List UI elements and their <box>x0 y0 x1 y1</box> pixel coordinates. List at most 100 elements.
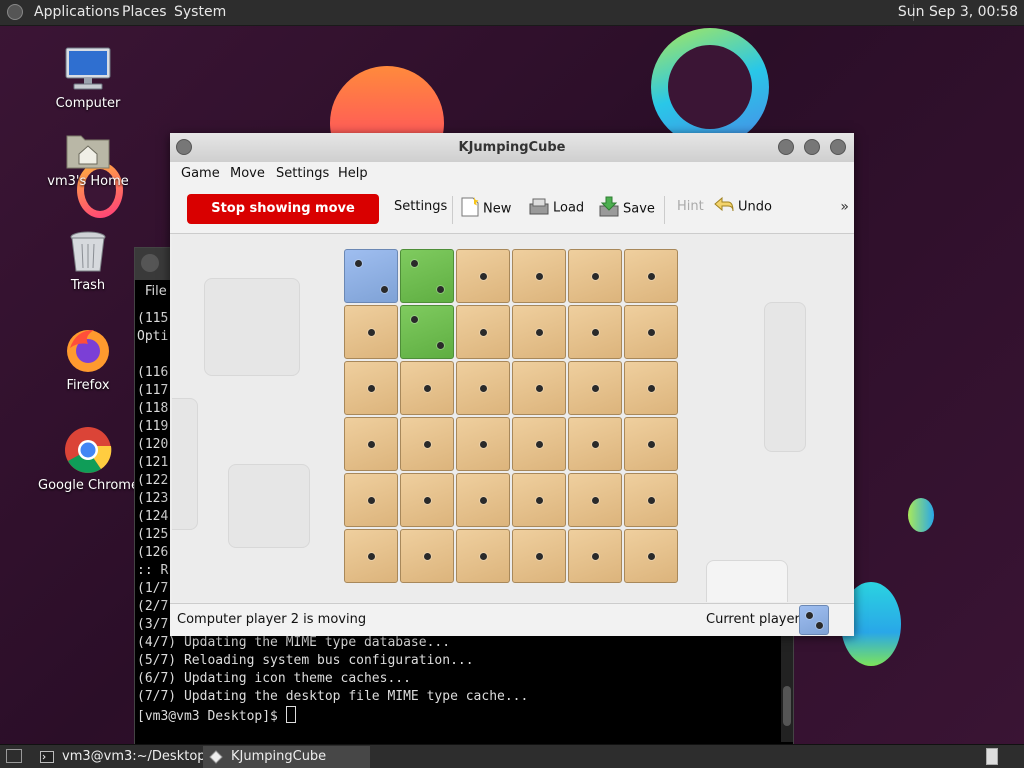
minimize-icon[interactable] <box>778 139 794 155</box>
board-cell[interactable] <box>624 305 678 359</box>
close-icon[interactable] <box>830 139 846 155</box>
board-cell[interactable] <box>456 473 510 527</box>
scrollbar-thumb[interactable] <box>783 686 791 726</box>
pip <box>592 497 599 504</box>
save-button[interactable]: Save <box>598 196 655 222</box>
board-cell[interactable] <box>344 529 398 583</box>
undo-icon <box>713 196 735 218</box>
window-titlebar[interactable]: KJumpingCube <box>170 133 854 163</box>
terminal-line: (6/7) Updating icon theme caches... <box>137 671 411 686</box>
board-cell[interactable] <box>456 417 510 471</box>
board-cell[interactable] <box>568 529 622 583</box>
desktop-icon-trash[interactable]: Trash <box>38 230 138 293</box>
pip <box>592 553 599 560</box>
pip <box>368 497 375 504</box>
board-cell[interactable] <box>400 529 454 583</box>
menu-applications[interactable]: Applications <box>34 4 120 20</box>
pip <box>592 329 599 336</box>
game-board[interactable] <box>344 249 680 585</box>
menu-settings[interactable]: Settings <box>276 166 329 181</box>
pip <box>368 553 375 560</box>
menu-game[interactable]: Game <box>181 166 220 181</box>
board-cell[interactable] <box>344 305 398 359</box>
terminal-line: [vm3@vm3 Desktop]$ <box>137 706 777 726</box>
hint-button[interactable]: Hint <box>677 199 704 214</box>
load-button[interactable]: Load <box>528 196 584 220</box>
menu-places[interactable]: Places <box>122 4 167 20</box>
board-cell[interactable] <box>624 529 678 583</box>
board-cell[interactable] <box>344 249 398 303</box>
board-cell[interactable] <box>400 473 454 527</box>
board-cell[interactable] <box>512 417 566 471</box>
board-cell[interactable] <box>456 305 510 359</box>
pip <box>648 329 655 336</box>
distro-logo-icon[interactable] <box>7 4 23 20</box>
desktop-icon-computer[interactable]: Computer <box>38 46 138 111</box>
board-cell[interactable] <box>456 529 510 583</box>
menu-system[interactable]: System <box>174 4 226 20</box>
board-cell[interactable] <box>568 249 622 303</box>
toolbar-overflow-icon[interactable]: » <box>840 199 849 215</box>
board-cell[interactable] <box>512 305 566 359</box>
board-cell[interactable] <box>344 473 398 527</box>
board-cell[interactable] <box>624 417 678 471</box>
board-cell[interactable] <box>512 473 566 527</box>
board-cell[interactable] <box>400 305 454 359</box>
board-cell[interactable] <box>456 361 510 415</box>
menu-move[interactable]: Move <box>230 166 265 181</box>
board-cell[interactable] <box>344 361 398 415</box>
board-cell[interactable] <box>400 249 454 303</box>
settings-button[interactable]: Settings <box>394 199 447 214</box>
terminal-menu-file[interactable]: File <box>145 284 167 299</box>
task-terminal[interactable]: vm3@vm3:~/Desktop <box>34 746 206 768</box>
terminal-line: (7/7) Updating the desktop file MIME typ… <box>137 689 529 704</box>
pip <box>355 260 362 267</box>
taskbar: vm3@vm3:~/Desktop KJumpingCube <box>0 744 1024 768</box>
board-cell[interactable] <box>512 249 566 303</box>
toolbar-separator <box>452 196 453 224</box>
pip <box>816 622 823 629</box>
desktop-icon-chrome[interactable]: Google Chrome <box>38 426 139 493</box>
current-player-label: Current player: <box>706 612 804 627</box>
undo-button[interactable]: Undo <box>713 196 772 218</box>
board-cell[interactable] <box>344 417 398 471</box>
pip <box>592 273 599 280</box>
terminal-line: (5/7) Reloading system bus configuration… <box>137 653 474 668</box>
board-cell[interactable] <box>512 529 566 583</box>
show-desktop-icon[interactable] <box>6 749 22 763</box>
board-cell[interactable] <box>568 361 622 415</box>
window-menu-icon[interactable] <box>141 254 159 272</box>
current-player-cube <box>799 605 829 635</box>
board-cell[interactable] <box>568 417 622 471</box>
board-cell[interactable] <box>624 249 678 303</box>
board-cell[interactable] <box>400 361 454 415</box>
task-kjumpingcube[interactable]: KJumpingCube <box>203 746 370 768</box>
maximize-icon[interactable] <box>804 139 820 155</box>
pip <box>437 286 444 293</box>
board-cell[interactable] <box>568 473 622 527</box>
board-cell[interactable] <box>568 305 622 359</box>
board-cell[interactable] <box>456 249 510 303</box>
pip <box>536 385 543 392</box>
kjumpingcube-window: KJumpingCube Game Move Settings Help Sto… <box>170 133 854 636</box>
board-cell[interactable] <box>624 361 678 415</box>
toolbar-separator <box>664 196 665 224</box>
undo-button-label: Undo <box>738 199 772 215</box>
toolbar: Stop showing move Settings New Load Save… <box>170 186 854 234</box>
board-cell[interactable] <box>400 417 454 471</box>
desktop-icon-firefox[interactable]: Firefox <box>38 326 138 393</box>
pip <box>368 329 375 336</box>
board-cell[interactable] <box>512 361 566 415</box>
desktop-icon-home[interactable]: vm3's Home <box>38 128 138 189</box>
task-label: KJumpingCube <box>231 749 327 764</box>
clock[interactable]: Sun Sep 3, 00:58 <box>898 4 1018 20</box>
pip <box>648 497 655 504</box>
board-cell[interactable] <box>624 473 678 527</box>
menu-bar: Game Move Settings Help <box>170 162 854 186</box>
pip <box>592 441 599 448</box>
new-button[interactable]: New <box>460 196 511 222</box>
stop-showing-move-button[interactable]: Stop showing move <box>187 194 379 224</box>
workspace-switcher-icon[interactable] <box>986 748 998 765</box>
menu-help[interactable]: Help <box>338 166 368 181</box>
trash-icon <box>68 230 108 274</box>
